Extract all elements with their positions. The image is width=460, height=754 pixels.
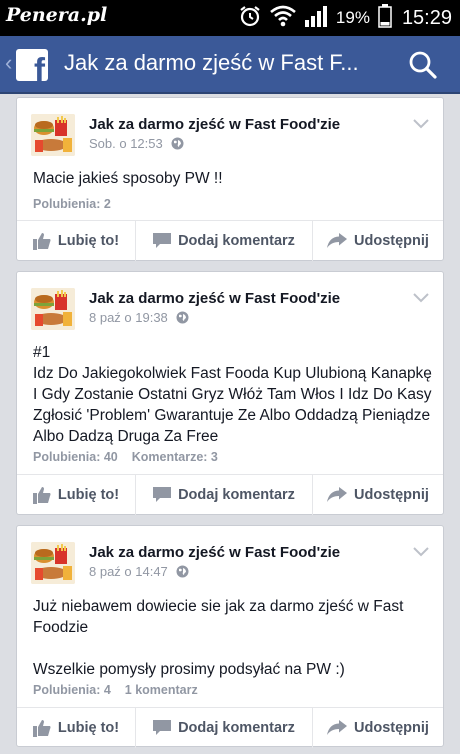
alarm-icon xyxy=(238,4,262,33)
post-author[interactable]: Jak za darmo zjeść w Fast Food'zie xyxy=(89,544,340,561)
post-meta: 8 paź o 19:38 xyxy=(89,310,189,325)
comments-count[interactable]: 1 komentarz xyxy=(125,683,198,697)
like-label: Lubię to! xyxy=(57,720,120,736)
share-icon xyxy=(327,233,348,249)
status-bar: Penera.pl 19% 15:29 xyxy=(0,0,460,36)
share-label: Udostępnij xyxy=(354,233,429,249)
thumbs-up-icon xyxy=(32,232,51,250)
post-stats: Polubienia: 4 1 komentarz xyxy=(33,683,198,697)
avatar[interactable] xyxy=(31,288,75,330)
wifi-icon xyxy=(270,5,296,32)
post-body: #1 Idz Do Jakiegokolwiek Fast Fooda Kup … xyxy=(33,344,432,445)
signal-icon xyxy=(304,5,328,32)
post-stats: Polubienia: 40 Komentarze: 3 xyxy=(33,450,218,464)
post-actions: Lubię to! Dodaj komentarz Udostępnij xyxy=(17,708,443,748)
watermark: Penera.pl xyxy=(6,4,108,26)
facebook-logo-icon[interactable]: f xyxy=(16,49,48,81)
globe-icon xyxy=(171,137,184,150)
like-button[interactable]: Lubię to! xyxy=(17,221,135,261)
chevron-down-icon[interactable] xyxy=(413,116,429,129)
likes-count[interactable]: Polubienia: 4 xyxy=(33,683,111,697)
post-time[interactable]: Sob. o 12:53 xyxy=(89,136,163,151)
like-button[interactable]: Lubię to! xyxy=(17,475,135,515)
post-meta: Sob. o 12:53 xyxy=(89,136,184,151)
post-time[interactable]: 8 paź o 19:38 xyxy=(89,310,168,325)
share-label: Udostępnij xyxy=(354,720,429,736)
likes-count[interactable]: Polubienia: 40 xyxy=(33,450,118,464)
search-icon[interactable] xyxy=(408,50,438,80)
post-stats: Polubienia: 2 xyxy=(33,197,111,211)
comment-icon xyxy=(153,720,172,736)
thumbs-up-icon xyxy=(32,486,51,504)
thumbs-up-icon xyxy=(32,719,51,737)
post-actions: Lubię to! Dodaj komentarz Udostępnij xyxy=(17,475,443,515)
share-icon xyxy=(327,487,348,503)
chevron-down-icon[interactable] xyxy=(413,544,429,557)
comment-button[interactable]: Dodaj komentarz xyxy=(135,708,313,748)
avatar[interactable] xyxy=(31,542,75,584)
page-title: Jak za darmo zjeść w Fast F... xyxy=(64,50,359,75)
chevron-down-icon[interactable] xyxy=(413,290,429,303)
chevron-left-icon[interactable]: ‹ xyxy=(5,51,12,75)
share-button[interactable]: Udostępnij xyxy=(313,708,443,748)
comment-label: Dodaj komentarz xyxy=(178,233,295,249)
likes-count[interactable]: Polubienia: 2 xyxy=(33,197,111,211)
post-body: Macie jakieś sposoby PW !! xyxy=(33,170,223,187)
like-label: Lubię to! xyxy=(57,487,120,503)
clock: 15:29 xyxy=(401,6,452,29)
post-meta: 8 paź o 14:47 xyxy=(89,564,189,579)
post-card: Jak za darmo zjeść w Fast Food'zie Sob. … xyxy=(16,97,444,261)
like-button[interactable]: Lubię to! xyxy=(17,708,135,748)
share-button[interactable]: Udostępnij xyxy=(313,475,443,515)
share-icon xyxy=(327,720,348,736)
globe-icon xyxy=(176,565,189,578)
share-button[interactable]: Udostępnij xyxy=(313,221,443,261)
battery-icon xyxy=(378,3,392,33)
globe-icon xyxy=(176,311,189,324)
comment-label: Dodaj komentarz xyxy=(178,720,295,736)
post-author[interactable]: Jak za darmo zjeść w Fast Food'zie xyxy=(89,290,340,307)
comment-icon xyxy=(153,487,172,503)
comment-button[interactable]: Dodaj komentarz xyxy=(135,475,313,515)
comment-label: Dodaj komentarz xyxy=(178,487,295,503)
app-bar: ‹ f Jak za darmo zjeść w Fast F... xyxy=(0,36,460,94)
share-label: Udostępnij xyxy=(354,487,429,503)
like-label: Lubię to! xyxy=(57,233,120,249)
post-time[interactable]: 8 paź o 14:47 xyxy=(89,564,168,579)
post-actions: Lubię to! Dodaj komentarz Udostępnij xyxy=(17,221,443,261)
comment-icon xyxy=(153,233,172,249)
post-body: Już niebawem dowiecie sie jak za darmo z… xyxy=(33,598,404,678)
post-card: Jak za darmo zjeść w Fast Food'zie 8 paź… xyxy=(16,525,444,748)
comments-count[interactable]: Komentarze: 3 xyxy=(132,450,218,464)
post-author[interactable]: Jak za darmo zjeść w Fast Food'zie xyxy=(89,116,340,133)
comment-button[interactable]: Dodaj komentarz xyxy=(135,221,313,261)
battery-percent: 19% xyxy=(335,8,370,27)
avatar[interactable] xyxy=(31,114,75,156)
post-card: Jak za darmo zjeść w Fast Food'zie 8 paź… xyxy=(16,271,444,515)
